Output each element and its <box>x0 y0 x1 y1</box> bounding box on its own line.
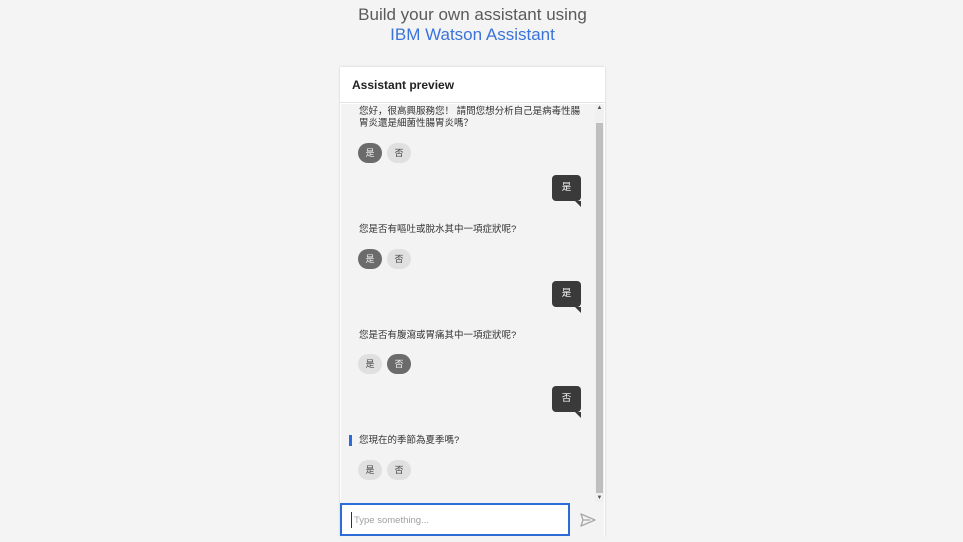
chat-log[interactable]: 您好，很高興服務您！ 請問您想分析自己是病毒性腸胃炎還是細菌性腸胃炎嗎？ 是 否… <box>341 104 604 542</box>
scroll-up-arrow-icon[interactable]: ▲ <box>595 104 604 112</box>
option-no-button[interactable]: 否 <box>387 460 411 480</box>
heading-line1: Build your own assistant using <box>358 5 587 24</box>
user-message: 是 <box>552 281 581 313</box>
message-input[interactable] <box>351 512 556 528</box>
bot-message: 您好，很高興服務您！ 請問您想分析自己是病毒性腸胃炎還是細菌性腸胃炎嗎？ <box>359 106 581 129</box>
bot-message: 您是否有腹瀉或胃痛其中一項症狀呢? <box>359 330 517 341</box>
page: Build your own assistant using IBM Watso… <box>0 0 963 542</box>
scroll-down-arrow-icon[interactable]: ▼ <box>595 494 604 502</box>
option-yes-button[interactable]: 是 <box>358 354 382 374</box>
option-yes-button[interactable]: 是 <box>358 143 382 163</box>
user-message: 否 <box>552 386 581 418</box>
scrollbar-thumb[interactable] <box>596 123 603 493</box>
assistant-preview-panel: Assistant preview 您好，很高興服務您！ 請問您想分析自己是病毒… <box>340 67 605 542</box>
option-no-button[interactable]: 否 <box>387 249 411 269</box>
user-message: 是 <box>552 175 581 207</box>
current-message-indicator <box>349 435 352 446</box>
chat-scrollbar[interactable]: ▲ ▼ <box>595 104 604 502</box>
send-icon[interactable] <box>578 510 598 530</box>
message-input-wrapper[interactable] <box>340 503 570 536</box>
page-heading: Build your own assistant using IBM Watso… <box>0 5 945 45</box>
panel-header: Assistant preview <box>340 67 605 103</box>
bot-message: 您是否有嘔吐或脫水其中一項症狀呢? <box>359 224 517 235</box>
option-no-button[interactable]: 否 <box>387 354 411 374</box>
option-yes-button[interactable]: 是 <box>358 460 382 480</box>
heading-product-name: IBM Watson Assistant <box>390 25 555 44</box>
option-no-button[interactable]: 否 <box>387 143 411 163</box>
panel-title: Assistant preview <box>352 78 455 92</box>
bot-message: 您現在的季節為夏季嗎? <box>359 435 460 446</box>
option-yes-button[interactable]: 是 <box>358 249 382 269</box>
